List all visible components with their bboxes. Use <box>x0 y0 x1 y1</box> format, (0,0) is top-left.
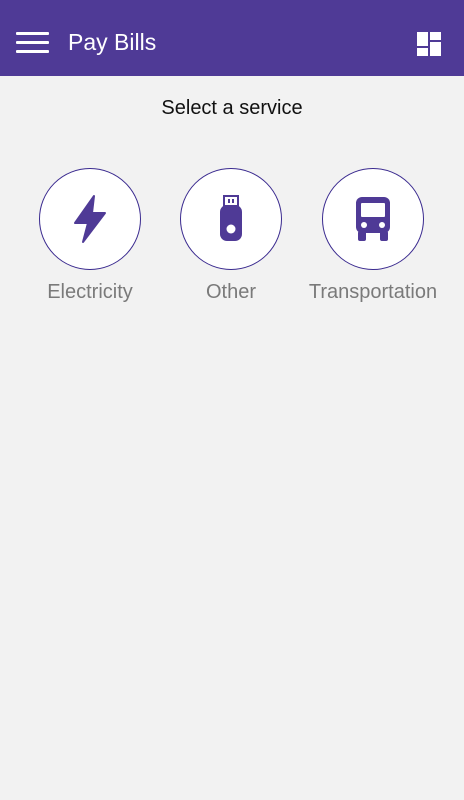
dashboard-icon <box>417 32 441 56</box>
dashboard-button[interactable] <box>408 24 450 64</box>
app-bar: Pay Bills <box>0 0 464 76</box>
page-title: Pay Bills <box>68 29 157 55</box>
menu-button[interactable] <box>12 26 52 60</box>
service-circle[interactable] <box>180 168 282 270</box>
service-label: Transportation <box>308 281 438 303</box>
service-circle[interactable] <box>322 168 424 270</box>
bus-icon <box>356 197 390 241</box>
section-heading: Select a service <box>161 97 303 119</box>
usb-drive-icon <box>220 195 242 241</box>
service-circle[interactable] <box>39 168 141 270</box>
service-transportation[interactable]: Transportation <box>293 168 453 308</box>
lightning-bolt-icon <box>74 195 106 243</box>
